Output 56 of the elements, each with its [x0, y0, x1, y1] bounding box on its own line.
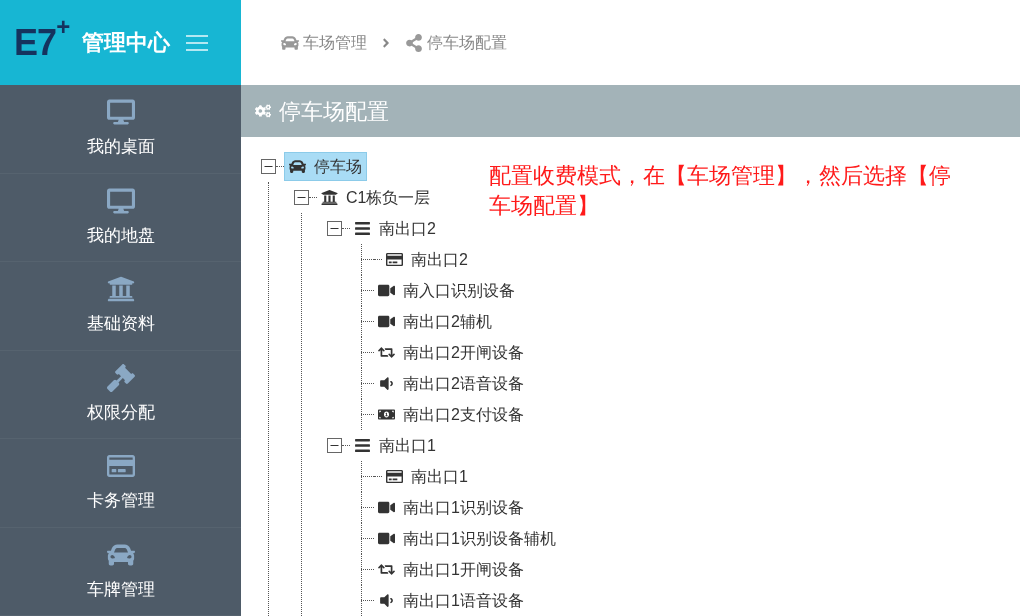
- collapse-toggle[interactable]: [261, 159, 276, 174]
- tree-node[interactable]: 停车场: [284, 152, 367, 181]
- tree-node[interactable]: 南出口1识别设备辅机: [374, 524, 560, 553]
- sidebar-item[interactable]: 我的地盘: [0, 173, 241, 262]
- collapse-toggle[interactable]: [327, 221, 342, 236]
- tree-node[interactable]: 南出口2语音设备: [374, 369, 528, 398]
- arrows-loop-icon: [378, 561, 395, 578]
- annotation-text: 配置收费模式，在【车场管理】，然后选择【停车场配置】: [489, 162, 952, 220]
- sidebar-item[interactable]: 卡务管理: [0, 439, 241, 528]
- video-camera-icon: [378, 499, 395, 516]
- tree-node[interactable]: 南出口2支付设备: [374, 400, 528, 429]
- monitor-icon: [106, 98, 135, 126]
- tree-node[interactable]: 南出口2开闸设备: [374, 338, 528, 367]
- logo-plus: +: [56, 14, 71, 39]
- collapse-toggle[interactable]: [327, 438, 342, 453]
- panel-header: 停车场配置: [241, 85, 1020, 137]
- video-camera-icon: [378, 282, 395, 299]
- tree-node[interactable]: 南出口2: [350, 214, 440, 243]
- monitor-icon: [106, 186, 135, 215]
- video-camera-icon: [378, 313, 395, 330]
- tree-node[interactable]: 南出口2: [382, 245, 472, 274]
- collapse-toggle[interactable]: [294, 190, 309, 205]
- tree-node[interactable]: 南出口1开闸设备: [374, 555, 528, 584]
- share-icon: [405, 33, 423, 52]
- card-icon: [386, 468, 403, 485]
- list-icon: [354, 220, 371, 237]
- breadcrumb-link[interactable]: 车场管理: [281, 30, 367, 55]
- bank-icon: [106, 275, 135, 303]
- tree-node[interactable]: 南出口2辅机: [374, 307, 496, 336]
- sidebar-item[interactable]: 车牌管理: [0, 527, 241, 616]
- tree-node[interactable]: 南入口识别设备: [374, 276, 519, 305]
- sidebar-item[interactable]: 权限分配: [0, 350, 241, 439]
- car-icon: [289, 158, 306, 175]
- app-title: 管理中心: [82, 29, 171, 57]
- sidebar-item[interactable]: 基础资料: [0, 262, 241, 351]
- banknote-icon: [378, 406, 395, 423]
- video-camera-icon: [378, 530, 395, 547]
- speaker-icon: [378, 375, 395, 392]
- tree-node[interactable]: 南出口1识别设备: [374, 493, 528, 522]
- card-icon: [106, 452, 135, 480]
- logo-text: E7: [14, 24, 57, 61]
- gavel-icon: [106, 363, 135, 392]
- list-icon: [354, 437, 371, 454]
- breadcrumb-link[interactable]: 停车场配置: [405, 30, 507, 55]
- gears-icon: [255, 103, 271, 119]
- car-icon: [281, 33, 299, 52]
- tree-node[interactable]: 南出口1语音设备: [374, 586, 528, 615]
- tree-node[interactable]: C1栋负一层: [317, 183, 435, 212]
- tree-node[interactable]: 南出口1: [382, 462, 472, 491]
- menu-icon: [186, 32, 209, 53]
- card-icon: [386, 251, 403, 268]
- tree-node[interactable]: 南出口1: [350, 431, 440, 460]
- sidebar-item[interactable]: 我的桌面: [0, 85, 241, 174]
- bank-icon: [321, 189, 338, 206]
- speaker-icon: [378, 592, 395, 609]
- arrows-loop-icon: [378, 344, 395, 361]
